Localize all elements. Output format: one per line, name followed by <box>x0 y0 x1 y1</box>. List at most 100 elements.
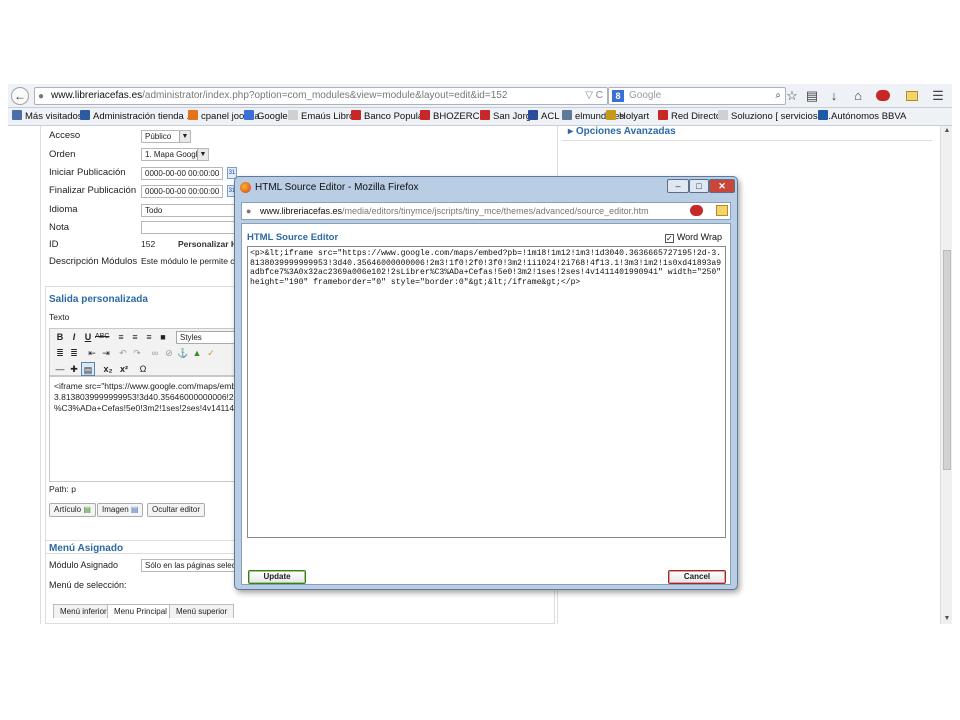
bookmark-label: Más visitados <box>25 111 83 122</box>
bookmark-item[interactable]: Autónomos BBVA <box>818 110 906 124</box>
indent-icon[interactable]: ⇥ <box>99 346 113 360</box>
search-icon[interactable]: ⌕ <box>775 88 781 104</box>
outdent-icon[interactable]: ⇤ <box>85 346 99 360</box>
download-icon[interactable]: ↓ <box>826 87 842 105</box>
opciones-label: Opciones Avanzadas <box>575 126 676 137</box>
subscript-icon[interactable]: x₂ <box>101 362 115 376</box>
bookmark-item[interactable]: Soluziono [ servicios e... <box>718 110 833 124</box>
page-scrollbar[interactable]: ▲ ▼ <box>940 126 952 624</box>
divider <box>562 140 932 141</box>
articulo-button[interactable]: Artículo ▤ <box>49 503 96 517</box>
popup-address-bar[interactable]: ● www.libreriacefas.es/media/editors/tiny… <box>241 202 731 220</box>
special-char-icon[interactable]: Ω <box>136 362 150 376</box>
source-editor-panel: HTML Source Editor ✓ Word Wrap <p>&lt;ifr… <box>241 223 731 585</box>
align-justify-icon[interactable]: ■ <box>156 330 170 344</box>
scrollbar-thumb[interactable] <box>943 250 951 470</box>
align-center-icon[interactable]: ≡ <box>128 330 142 344</box>
tab-menu-principal[interactable]: Menu Principal <box>107 604 174 618</box>
search-placeholder: Google <box>629 90 662 101</box>
bookmark-item[interactable]: Holyart <box>606 110 649 124</box>
align-left-icon[interactable]: ≡ <box>114 330 128 344</box>
update-button[interactable]: Update <box>248 570 306 584</box>
adblock-icon[interactable] <box>872 87 894 105</box>
imagen-button[interactable]: Imagen ▤ <box>97 503 144 517</box>
align-right-icon[interactable]: ≡ <box>142 330 156 344</box>
cancel-button[interactable]: Cancel <box>668 570 726 584</box>
clipboard-icon[interactable]: ▤ <box>804 87 820 105</box>
articulo-label: Artículo <box>54 505 82 514</box>
bookmark-item[interactable]: Google <box>244 110 288 124</box>
undo-icon[interactable]: ↶ <box>116 346 130 360</box>
content-editor[interactable]: <iframe src="https://www.google.com/maps… <box>49 376 249 482</box>
superscript-icon[interactable]: x² <box>117 362 131 376</box>
opciones-avanzadas[interactable]: ▸ Opciones Avanzadas <box>568 126 676 137</box>
bookmark-icon <box>528 110 538 120</box>
minimize-button[interactable]: – <box>667 179 689 193</box>
window-titlebar[interactable]: HTML Source Editor - Mozilla Firefox – □… <box>235 177 737 199</box>
scroll-up-icon[interactable]: ▲ <box>942 126 952 136</box>
italic-icon[interactable]: I <box>67 330 81 344</box>
maximize-button[interactable]: □ <box>689 179 709 193</box>
back-arrow-icon[interactable]: ← <box>11 87 29 105</box>
modulo-asignado-select[interactable]: Sólo en las páginas seleccion <box>141 559 241 572</box>
remove-format-icon[interactable]: ✚ <box>67 362 81 376</box>
modulo-asignado-label: Módulo Asignado <box>49 560 119 570</box>
inicio-field[interactable]: 0000-00-00 00:00:00 <box>141 167 223 180</box>
globe-icon: ● <box>38 91 45 102</box>
notes-icon[interactable] <box>904 87 920 105</box>
bookmark-item[interactable]: Administración tienda ... <box>80 110 194 124</box>
home-icon[interactable]: ⌂ <box>850 87 866 105</box>
menu-icon[interactable]: ☰ <box>930 87 946 105</box>
bookmark-star-icon[interactable]: ☆ <box>784 87 800 105</box>
cleanup-icon[interactable]: ✓ <box>204 346 218 360</box>
numbered-list-icon[interactable]: ≣ <box>67 346 81 360</box>
redo-icon[interactable]: ↷ <box>130 346 144 360</box>
bookmark-item[interactable]: Emaús Libros <box>288 110 359 124</box>
tab-menu-inferior[interactable]: Menú inferior <box>53 604 114 618</box>
acceso-select[interactable]: Público ▼ <box>141 130 191 143</box>
link-icon[interactable]: ∞ <box>148 346 162 360</box>
word-wrap-toggle[interactable]: ✓ Word Wrap <box>664 232 722 243</box>
bookmark-item[interactable]: Banco Popular <box>351 110 426 124</box>
anchor-icon[interactable]: ⚓ <box>176 346 190 360</box>
search-input[interactable]: 8 Google ⌕ <box>608 87 786 105</box>
source-editor-heading: HTML Source Editor <box>247 232 339 243</box>
address-bar[interactable]: ● www.libreriacefas.es/administrator/inde… <box>34 87 608 105</box>
bookmark-item[interactable]: BHOZERCK <box>420 110 486 124</box>
bookmark-label: ACL <box>541 111 560 122</box>
bookmark-item[interactable]: ACL <box>528 110 559 124</box>
adblock-icon[interactable] <box>690 205 703 216</box>
tab-menu-superior[interactable]: Menú superior <box>169 604 235 618</box>
bookmark-item[interactable]: Más visitados <box>12 110 83 124</box>
orden-select[interactable]: 1. Mapa Google ▼ <box>141 148 209 161</box>
bold-icon[interactable]: B <box>53 330 67 344</box>
idioma-select[interactable]: Todo <box>141 204 241 217</box>
window-title: HTML Source Editor - Mozilla Firefox <box>255 182 419 193</box>
word-wrap-checkbox[interactable]: ✓ <box>664 234 674 243</box>
notes-icon[interactable] <box>716 205 728 216</box>
html-source-textarea[interactable]: <p>&lt;iframe src="https://www.google.co… <box>247 246 726 538</box>
acceso-label: Acceso <box>49 130 81 141</box>
reload-icon[interactable]: ▽ C <box>585 88 603 104</box>
url-path: /administrator/index.php?option=com_modu… <box>142 90 508 101</box>
horizontal-rule-icon[interactable]: — <box>53 362 67 376</box>
bookmark-label: Red Directo <box>671 111 722 122</box>
html-source-editor-window: HTML Source Editor - Mozilla Firefox – □… <box>234 176 738 590</box>
bookmarks-bar: Más visitados Administración tienda ... cp… <box>8 108 952 126</box>
unlink-icon[interactable]: ⊘ <box>162 346 176 360</box>
image-icon[interactable]: ▲ <box>190 346 204 360</box>
styles-select[interactable]: Styles <box>176 331 236 344</box>
bookmark-item[interactable]: Red Directo <box>658 110 721 124</box>
ocultar-editor-button[interactable]: Ocultar editor <box>147 503 206 517</box>
close-button[interactable]: ✕ <box>709 179 735 193</box>
underline-icon[interactable]: U <box>81 330 95 344</box>
bullet-list-icon[interactable]: ≣ <box>53 346 67 360</box>
bookmark-icon <box>80 110 90 120</box>
fin-field[interactable]: 0000-00-00 00:00:00 <box>141 185 223 198</box>
scroll-down-icon[interactable]: ▼ <box>942 614 952 624</box>
popup-url-path: /media/editors/tinymce/jscripts/tiny_mce… <box>342 206 649 216</box>
chevron-down-icon: ▼ <box>179 131 190 142</box>
nota-field[interactable] <box>141 221 241 234</box>
strikethrough-icon[interactable]: ABC <box>95 330 109 344</box>
html-source-icon[interactable]: ▤ <box>81 362 95 376</box>
